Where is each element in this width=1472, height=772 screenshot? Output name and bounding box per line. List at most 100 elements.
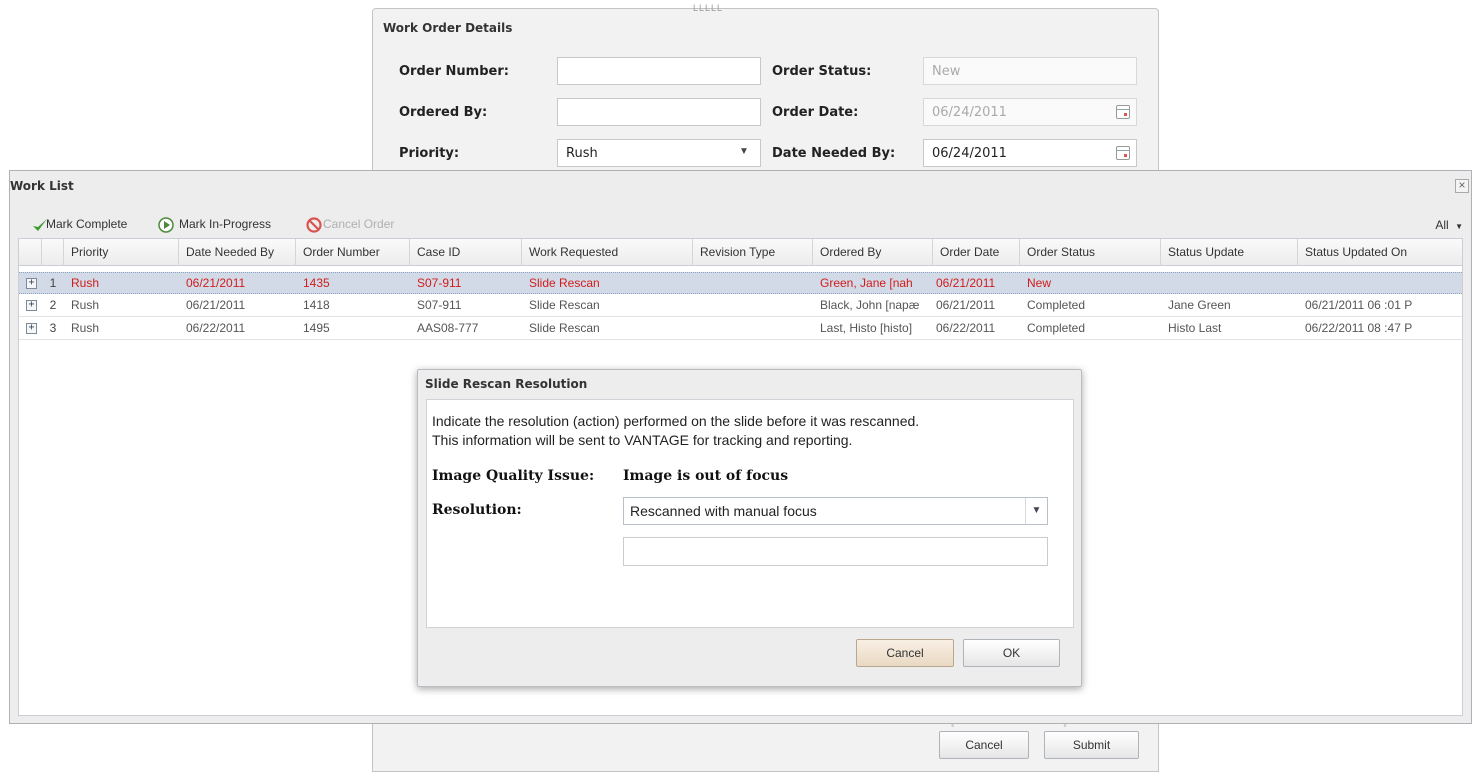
cancel-order-label: Cancel Order [323,217,395,231]
cell-order-date: 06/22/2011 [936,321,996,335]
ok-button[interactable]: OK [963,639,1060,667]
cell-revision-type [693,295,813,316]
cancel-icon [306,217,322,233]
row-number: 3 [49,321,57,335]
submit-button[interactable]: Submit [1044,731,1139,759]
cell-order-date: 06/21/2011 [936,298,996,312]
header-rownum [42,239,64,266]
cell-priority: Rush [71,298,100,312]
priority-label: Priority: [399,146,460,161]
cell-date-needed: 06/21/2011 [186,298,246,312]
cell-work-requested: Slide Rescan [529,321,600,335]
cell-priority: Rush [71,276,100,290]
filter-dropdown[interactable]: All ▼ [1435,218,1463,232]
image-quality-issue-value: Image is out of focus [623,468,789,484]
cell-status-updated-on [1298,273,1464,294]
priority-select[interactable]: Rush [557,139,761,167]
cell-status-update: Histo Last [1168,321,1222,335]
cell-order-status: Completed [1027,321,1086,335]
dialog-title: Slide Rescan Resolution [425,377,588,391]
close-icon[interactable]: × [1455,179,1469,193]
order-number-input[interactable] [557,57,761,85]
table-row[interactable]: + 1 Rush 06/21/2011 1435 S07-911 Slide R… [19,272,1462,294]
work-list-toolbar: Mark Complete Mark In-Progress Cancel Or… [10,214,1471,238]
play-icon [158,217,174,233]
cell-status-update: Jane Green [1168,298,1231,312]
cell-status-updated-on: 06/21/2011 06 :01 P [1305,298,1413,312]
date-needed-input[interactable]: 06/24/2011 [923,139,1137,167]
header-expander [19,239,42,266]
resolution-value: Rescanned with manual focus [630,503,817,519]
partial-top-text: LLLLL [693,3,724,13]
row-number: 2 [49,298,57,312]
mark-complete-button[interactable]: Mark Complete [32,214,150,236]
ordered-by-input[interactable] [557,98,761,126]
cell-order-date: 06/21/2011 [936,276,996,290]
header-case-id[interactable]: Case ID [410,239,522,266]
cell-status-update [1161,273,1298,294]
resolution-label: Resolution: [432,502,522,518]
cell-ordered-by: Green, Jane [nah [820,276,913,290]
mark-in-progress-label: Mark In-Progress [179,217,272,231]
cell-status-updated-on: 06/22/2011 08 :47 P [1305,321,1413,335]
header-status-updated-on[interactable]: Status Updated On [1298,239,1464,266]
resolution-select[interactable]: Rescanned with manual focus ▼ [623,497,1048,525]
resolution-notes-input[interactable] [623,537,1048,566]
header-priority[interactable]: Priority [64,239,179,266]
header-order-status[interactable]: Order Status [1020,239,1161,266]
cell-ordered-by: Black, John [napæ [820,298,920,312]
cell-work-requested: Slide Rescan [529,276,600,290]
work-order-title: Work Order Details [383,21,513,35]
order-date-field: 06/24/2011 [923,98,1137,126]
ordered-by-label: Ordered By: [399,105,488,120]
chevron-down-icon[interactable]: ▼ [1025,498,1047,524]
cell-case-id: AAS08-777 [417,321,479,335]
cancel-order-button[interactable]: Cancel Order [306,214,416,236]
calendar-icon [1116,105,1130,119]
header-order-date[interactable]: Order Date [933,239,1020,266]
instruction-text: This information will be sent to VANTAGE… [432,432,853,448]
calendar-icon[interactable] [1116,146,1130,160]
order-status-label: Order Status: [772,64,872,79]
header-date-needed[interactable]: Date Needed By [179,239,296,266]
instruction-text: Indicate the resolution (action) perform… [432,413,920,429]
cell-order-status: Completed [1027,298,1086,312]
header-revision-type[interactable]: Revision Type [693,239,813,266]
chevron-down-icon[interactable]: ▼ [739,146,749,157]
cell-priority: Rush [71,321,100,335]
work-list-titlebar[interactable]: Work List × [10,171,1471,201]
order-status-field: New [923,57,1137,85]
cell-ordered-by: Last, Histo [histo] [820,321,913,335]
table-row[interactable]: + 2 Rush 06/21/2011 1418 S07-911 Slide R… [19,295,1462,317]
priority-value: Rush [566,146,598,161]
cell-order-status: New [1027,276,1052,290]
grid-header: Priority Date Needed By Order Number Cas… [19,239,1462,266]
filter-value: All [1435,218,1449,232]
header-work-requested[interactable]: Work Requested [522,239,693,266]
work-list-title: Work List [10,179,74,193]
header-status-update[interactable]: Status Update [1161,239,1298,266]
cell-date-needed: 06/22/2011 [186,321,246,335]
header-order-number[interactable]: Order Number [296,239,410,266]
cancel-button[interactable]: Cancel [939,731,1029,759]
row-number: 1 [49,276,57,290]
cell-order-number: 1435 [303,276,330,290]
dialog-body: Indicate the resolution (action) perform… [426,399,1074,628]
cell-case-id: S07-911 [417,298,462,312]
cell-revision-type [693,273,813,294]
order-date-label: Order Date: [772,105,859,120]
header-ordered-by[interactable]: Ordered By [813,239,933,266]
mark-complete-label: Mark Complete [46,217,128,231]
table-row[interactable]: + 3 Rush 06/22/2011 1495 AAS08-777 Slide… [19,318,1462,340]
expand-icon[interactable]: + [26,278,37,289]
mark-in-progress-button[interactable]: Mark In-Progress [158,214,294,236]
cancel-button[interactable]: Cancel [856,639,954,667]
cell-date-needed: 06/21/2011 [186,276,246,290]
cell-order-number: 1418 [303,298,330,312]
expand-icon[interactable]: + [26,300,37,311]
date-needed-label: Date Needed By: [772,146,896,161]
expand-icon[interactable]: + [26,323,37,334]
chevron-down-icon: ▼ [1455,222,1463,231]
slide-rescan-resolution-dialog: Slide Rescan Resolution Indicate the res… [417,369,1082,687]
cell-case-id: S07-911 [417,276,462,290]
